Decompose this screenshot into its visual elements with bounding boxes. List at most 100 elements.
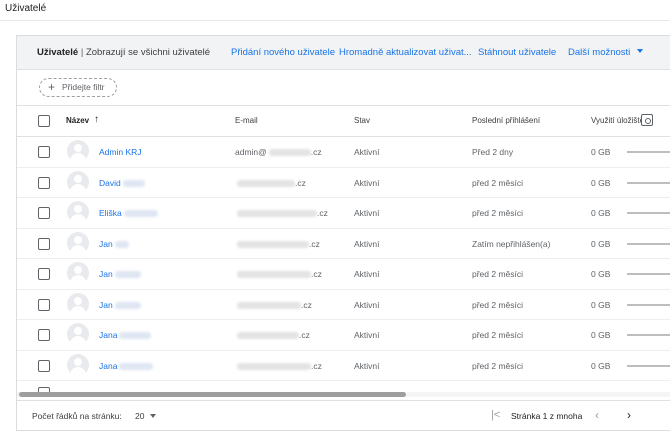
user-status: Aktivní <box>354 208 380 218</box>
storage-usage-bar <box>627 303 670 306</box>
user-name-link[interactable]: Jan <box>99 239 129 249</box>
redacted-text <box>119 332 152 339</box>
toolbar-heading: Uživatelé | Zobrazují se všichni uživate… <box>37 47 210 58</box>
user-storage: 0 GB <box>591 299 611 310</box>
email-suffix: .cz <box>309 238 320 249</box>
toolbar-subtitle: Zobrazují se všichni uživatelé <box>85 47 211 58</box>
users-toolbar: Uživatelé | Zobrazují se všichni uživate… <box>17 36 670 70</box>
more-options-dropdown[interactable]: Další možnosti <box>568 47 644 58</box>
more-options-label: Další možnosti <box>568 47 631 58</box>
row-checkbox[interactable] <box>38 176 50 189</box>
user-name-link[interactable]: Jan <box>99 269 141 279</box>
user-name-link[interactable]: Admin KRJ <box>99 147 142 157</box>
table-row[interactable]: Jana .cz Aktivní před 2 měsíci 0 GB <box>17 320 670 351</box>
storage-usage-bar <box>627 181 670 184</box>
row-checkbox[interactable] <box>38 329 50 341</box>
column-header-name[interactable]: Název <box>66 116 89 125</box>
redacted-text <box>237 271 311 278</box>
column-header-last-login[interactable]: Poslední přihlášení <box>472 116 540 125</box>
bulk-update-link[interactable]: Hromadně aktualizovat uživat... <box>339 47 472 58</box>
user-email: admin@ .cz <box>235 147 322 157</box>
avatar <box>67 201 89 223</box>
avatar <box>67 140 89 162</box>
row-checkbox[interactable] <box>38 207 50 219</box>
row-checkbox[interactable] <box>38 268 50 280</box>
table-row[interactable]: Admin KRJ admin@ .cz Aktivní Před 2 dny 0… <box>17 137 670 168</box>
add-user-link[interactable]: Přidání nového uživatele <box>231 47 335 58</box>
storage-usage-bar <box>627 364 670 367</box>
avatar <box>67 231 89 254</box>
caret-down-icon <box>150 414 157 418</box>
user-last-login: Zatím nepřihlášen(a) <box>472 238 551 249</box>
redacted-text <box>237 362 311 370</box>
user-status: Aktivní <box>354 238 380 249</box>
avatar <box>67 262 89 284</box>
user-email: .cz <box>235 208 328 218</box>
row-checkbox[interactable] <box>38 359 50 372</box>
rows-per-page-label: Počet řádků na stránku: <box>32 411 122 421</box>
avatar <box>67 292 89 315</box>
column-header-status[interactable]: Stav <box>354 116 370 125</box>
table-row[interactable]: David .cz Aktivní před 2 měsíci 0 GB <box>17 168 670 198</box>
chevron-left-icon[interactable]: ‹ <box>595 408 599 422</box>
add-filter-button[interactable]: + Přidejte filtr <box>39 78 117 97</box>
storage-usage-bar <box>627 273 670 275</box>
redacted-text <box>123 210 158 217</box>
table-row[interactable]: Jan .cz Aktivní před 2 měsíci 0 GB <box>17 290 670 320</box>
add-filter-label: Přidejte filtr <box>62 82 105 92</box>
user-name-link[interactable]: Jan <box>99 300 141 310</box>
users-panel: Uživatelé | Zobrazují se všichni uživate… <box>16 35 670 431</box>
user-storage: 0 GB <box>591 147 611 157</box>
user-name-link[interactable]: Eliška <box>99 208 158 218</box>
rows-per-page-select[interactable]: 20 <box>135 411 157 421</box>
email-suffix: .cz <box>299 330 310 340</box>
avatar <box>67 353 89 376</box>
user-last-login: před 2 měsíci <box>472 360 524 371</box>
first-page-icon[interactable]: |< <box>491 409 500 421</box>
user-status: Aktivní <box>354 177 380 188</box>
email-suffix: .cz <box>295 177 306 188</box>
storage-usage-bar <box>627 242 670 245</box>
user-last-login: před 2 měsíci <box>472 177 524 188</box>
table-row[interactable]: Jan .cz Aktivní Zatím nepřihlášen(a) 0 G… <box>17 229 670 259</box>
column-header-email[interactable]: E-mail <box>235 116 258 125</box>
rows-per-page-value: 20 <box>135 411 145 421</box>
user-email: .cz <box>235 300 312 310</box>
sort-ascending-icon[interactable]: ↑ <box>94 114 99 125</box>
chevron-right-icon[interactable]: › <box>627 408 631 422</box>
row-checkbox[interactable] <box>38 237 50 250</box>
row-checkbox[interactable] <box>38 146 50 158</box>
user-storage: 0 GB <box>591 330 611 340</box>
table-footer: Počet řádků na stránku: 20 |< Stránka 1 … <box>17 400 670 430</box>
download-users-link[interactable]: Stáhnout uživatele <box>478 47 556 58</box>
table-row[interactable]: Jana .cz Aktivní před 2 měsíci 0 GB <box>17 351 670 381</box>
scrollbar-thumb[interactable] <box>19 392 406 397</box>
redacted-text <box>237 301 301 309</box>
user-name: David <box>99 177 121 188</box>
table-row[interactable]: Eliška .cz Aktivní před 2 měsíci 0 GB <box>17 198 670 229</box>
user-name: Jana <box>99 330 118 340</box>
toolbar-title: Uživatelé <box>37 47 79 58</box>
user-name-link[interactable]: Jana <box>99 330 152 340</box>
table-row[interactable]: Jan .cz Aktivní před 2 měsíci 0 GB <box>17 259 670 290</box>
user-name-link[interactable]: David <box>99 178 145 188</box>
horizontal-scrollbar[interactable] <box>17 392 670 397</box>
row-checkbox[interactable] <box>38 298 50 311</box>
user-last-login: před 2 měsíci <box>472 299 524 310</box>
redacted-text <box>114 240 129 248</box>
user-name-link[interactable]: Jana <box>99 361 154 371</box>
storage-usage-bar <box>627 334 670 336</box>
column-settings-icon[interactable] <box>641 114 653 126</box>
redacted-text <box>114 301 141 309</box>
plus-icon: + <box>48 80 56 94</box>
column-header-storage[interactable]: Využití úložiště <box>591 116 644 125</box>
table-header: Název ↑ E-mail Stav Poslední přihlášení … <box>17 106 670 137</box>
user-name: Admin KRJ <box>99 147 142 157</box>
user-email: .cz <box>235 178 306 188</box>
email-suffix: .cz <box>311 360 322 371</box>
redacted-text <box>237 332 299 339</box>
page-info: Stránka 1 z mnoha <box>511 411 583 421</box>
email-suffix: .cz <box>301 299 312 310</box>
user-status: Aktivní <box>354 269 380 279</box>
select-all-checkbox[interactable] <box>38 115 50 127</box>
